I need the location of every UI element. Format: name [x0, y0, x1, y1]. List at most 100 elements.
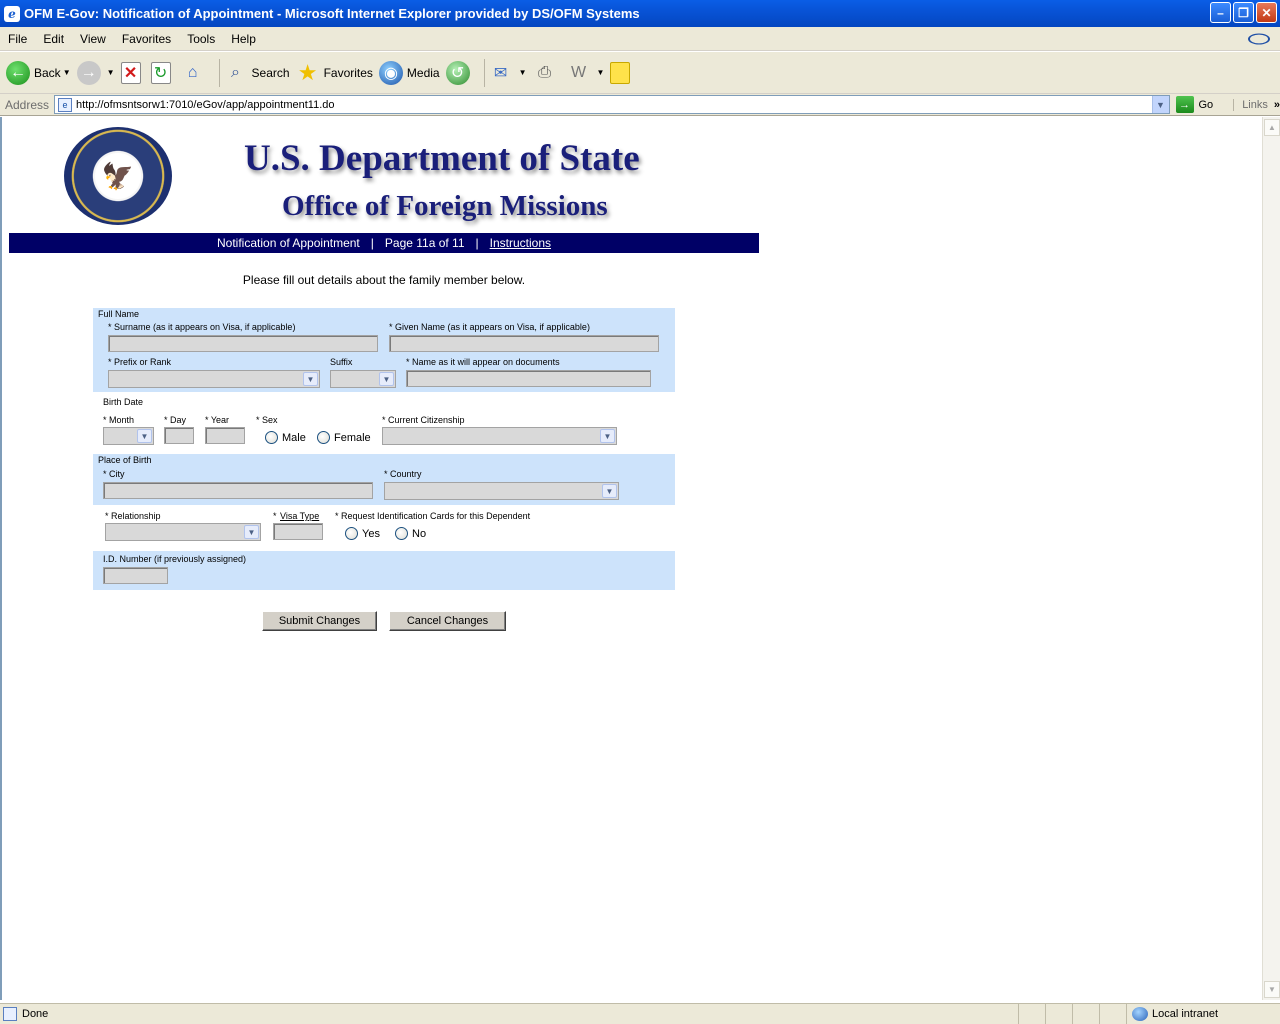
submit-changes-button[interactable]: Submit Changes [262, 611, 377, 631]
id-cards-no-label: No [412, 527, 427, 540]
suffix-label: Suffix [330, 357, 353, 367]
id-number-input[interactable] [103, 567, 168, 584]
vertical-scrollbar[interactable]: ▲ ▼ [1262, 117, 1280, 1000]
country-select[interactable]: ▼ [384, 482, 619, 500]
notes-button[interactable] [610, 61, 634, 84]
document-name-input[interactable] [406, 370, 651, 387]
chevron-down-icon: ▼ [137, 429, 152, 443]
stop-icon: ✕ [120, 61, 141, 84]
toolbar-separator [483, 58, 485, 87]
standard-toolbar: ← Back ▼ → ▼ ✕ ↻ ⌂ ⌕ Search ★ Favorites … [0, 52, 1280, 94]
given-name-label: * Given Name (as it appears on Visa, if … [389, 322, 590, 332]
mail-dropdown-icon[interactable]: ▼ [519, 68, 527, 77]
id-cards-yes-radio[interactable]: Yes [345, 527, 380, 540]
address-dropdown-icon[interactable]: ▼ [1151, 96, 1169, 113]
navigation-strip: Notification of Appointment | Page 11a o… [9, 233, 759, 253]
history-button[interactable]: ↺ [445, 60, 474, 85]
city-input[interactable] [103, 482, 373, 499]
status-panels [1018, 1004, 1126, 1024]
full-name-heading: Full Name [98, 309, 140, 319]
citizenship-select[interactable]: ▼ [382, 427, 617, 445]
page-icon: e [58, 97, 73, 112]
menu-edit[interactable]: Edit [35, 32, 72, 46]
stop-button[interactable]: ✕ [120, 61, 145, 84]
page-content: 🦅 U.S. Department of State Office of For… [0, 117, 1262, 1000]
print-button[interactable]: ⎙ [533, 61, 561, 85]
nav-separator: | [475, 236, 479, 250]
edit-dropdown-icon[interactable]: ▼ [597, 68, 605, 77]
page-done-icon [3, 1007, 17, 1021]
visa-type-link[interactable]: Visa Type [280, 511, 319, 521]
sex-female-radio[interactable]: Female [317, 431, 371, 444]
sex-male-radio[interactable]: Male [265, 431, 306, 444]
status-text: Done [22, 1008, 49, 1020]
relationship-label: * Relationship [105, 511, 161, 521]
scroll-up-icon[interactable]: ▲ [1264, 119, 1280, 136]
radio-circle-icon [345, 527, 358, 540]
links-chevron-icon[interactable]: » [1274, 99, 1280, 111]
refresh-icon: ↻ [150, 61, 171, 84]
office-title: Office of Foreign Missions [282, 190, 608, 222]
radio-circle-icon [317, 431, 330, 444]
scroll-down-icon[interactable]: ▼ [1264, 981, 1280, 998]
cancel-changes-button[interactable]: Cancel Changes [389, 611, 506, 631]
id-cards-label: * Request Identification Cards for this … [335, 511, 531, 521]
home-button[interactable]: ⌂ [181, 61, 209, 85]
media-button[interactable]: ◉ Media [378, 60, 440, 85]
edit-button[interactable]: W ▼ [567, 61, 605, 85]
department-title: U.S. Department of State [244, 138, 640, 179]
chevron-down-icon: ▼ [379, 372, 394, 386]
birth-date-heading: Birth Date [103, 397, 144, 407]
go-button[interactable]: → Go [1175, 96, 1213, 113]
favorites-label: Favorites [323, 65, 373, 80]
id-cards-no-radio[interactable]: No [395, 527, 426, 540]
address-label: Address [5, 97, 50, 112]
page-number: Page 11a of 11 [384, 236, 465, 250]
place-of-birth-section: Place of Birth * City * Country ▼ [93, 454, 675, 505]
month-select[interactable]: ▼ [103, 427, 154, 445]
prefix-label: * Prefix or Rank [108, 357, 172, 367]
menu-file[interactable]: File [0, 32, 35, 46]
prefix-select[interactable]: ▼ [108, 370, 320, 388]
mail-button[interactable]: ✉ ▼ [489, 61, 527, 85]
suffix-select[interactable]: ▼ [330, 370, 396, 388]
menu-tools[interactable]: Tools [179, 32, 223, 46]
refresh-button[interactable]: ↻ [150, 61, 175, 84]
id-number-section: I.D. Number (if previously assigned) [93, 551, 675, 590]
menu-favorites[interactable]: Favorites [114, 32, 179, 46]
back-button[interactable]: ← Back ▼ [6, 60, 71, 85]
id-number-label: I.D. Number (if previously assigned) [103, 554, 247, 564]
links-toolbar[interactable]: Links [1233, 98, 1268, 111]
instructions-link[interactable]: Instructions [490, 236, 551, 250]
year-label: * Year [205, 415, 230, 425]
menu-view[interactable]: View [72, 32, 114, 46]
media-label: Media [406, 65, 440, 80]
day-label: * Day [164, 415, 187, 425]
visa-type-input[interactable] [273, 523, 323, 540]
maximize-button[interactable]: ❐ [1233, 2, 1254, 23]
close-button[interactable]: ✕ [1256, 2, 1277, 23]
eagle-icon: 🦅 [95, 153, 141, 199]
search-button[interactable]: ⌕ Search [224, 61, 290, 85]
sex-label: * Sex [256, 415, 278, 425]
window-title-bar: e OFM E-Gov: Notification of Appointment… [0, 0, 1280, 27]
menu-help[interactable]: Help [223, 32, 264, 46]
windows-logo-icon [1248, 33, 1270, 45]
forward-dropdown-icon[interactable]: ▼ [107, 68, 115, 77]
forward-button[interactable]: → ▼ [76, 60, 115, 85]
given-name-input[interactable] [389, 335, 659, 352]
favorites-button[interactable]: ★ Favorites [296, 59, 373, 85]
sticky-note-icon [610, 61, 631, 84]
back-arrow-icon: ← [6, 60, 30, 85]
surname-input[interactable] [108, 335, 378, 352]
back-dropdown-icon[interactable]: ▼ [63, 68, 71, 77]
year-input[interactable] [205, 427, 245, 444]
radio-circle-icon [395, 527, 408, 540]
relationship-select[interactable]: ▼ [105, 523, 261, 541]
address-input[interactable]: e http://ofmsntsorw1:7010/eGov/app/appoi… [54, 95, 1170, 114]
full-name-section: Full Name * Surname (as it appears on Vi… [93, 308, 675, 392]
favorites-star-icon: ★ [297, 59, 318, 85]
day-input[interactable] [164, 427, 194, 444]
month-label: * Month [103, 415, 135, 425]
minimize-button[interactable]: – [1210, 2, 1231, 23]
